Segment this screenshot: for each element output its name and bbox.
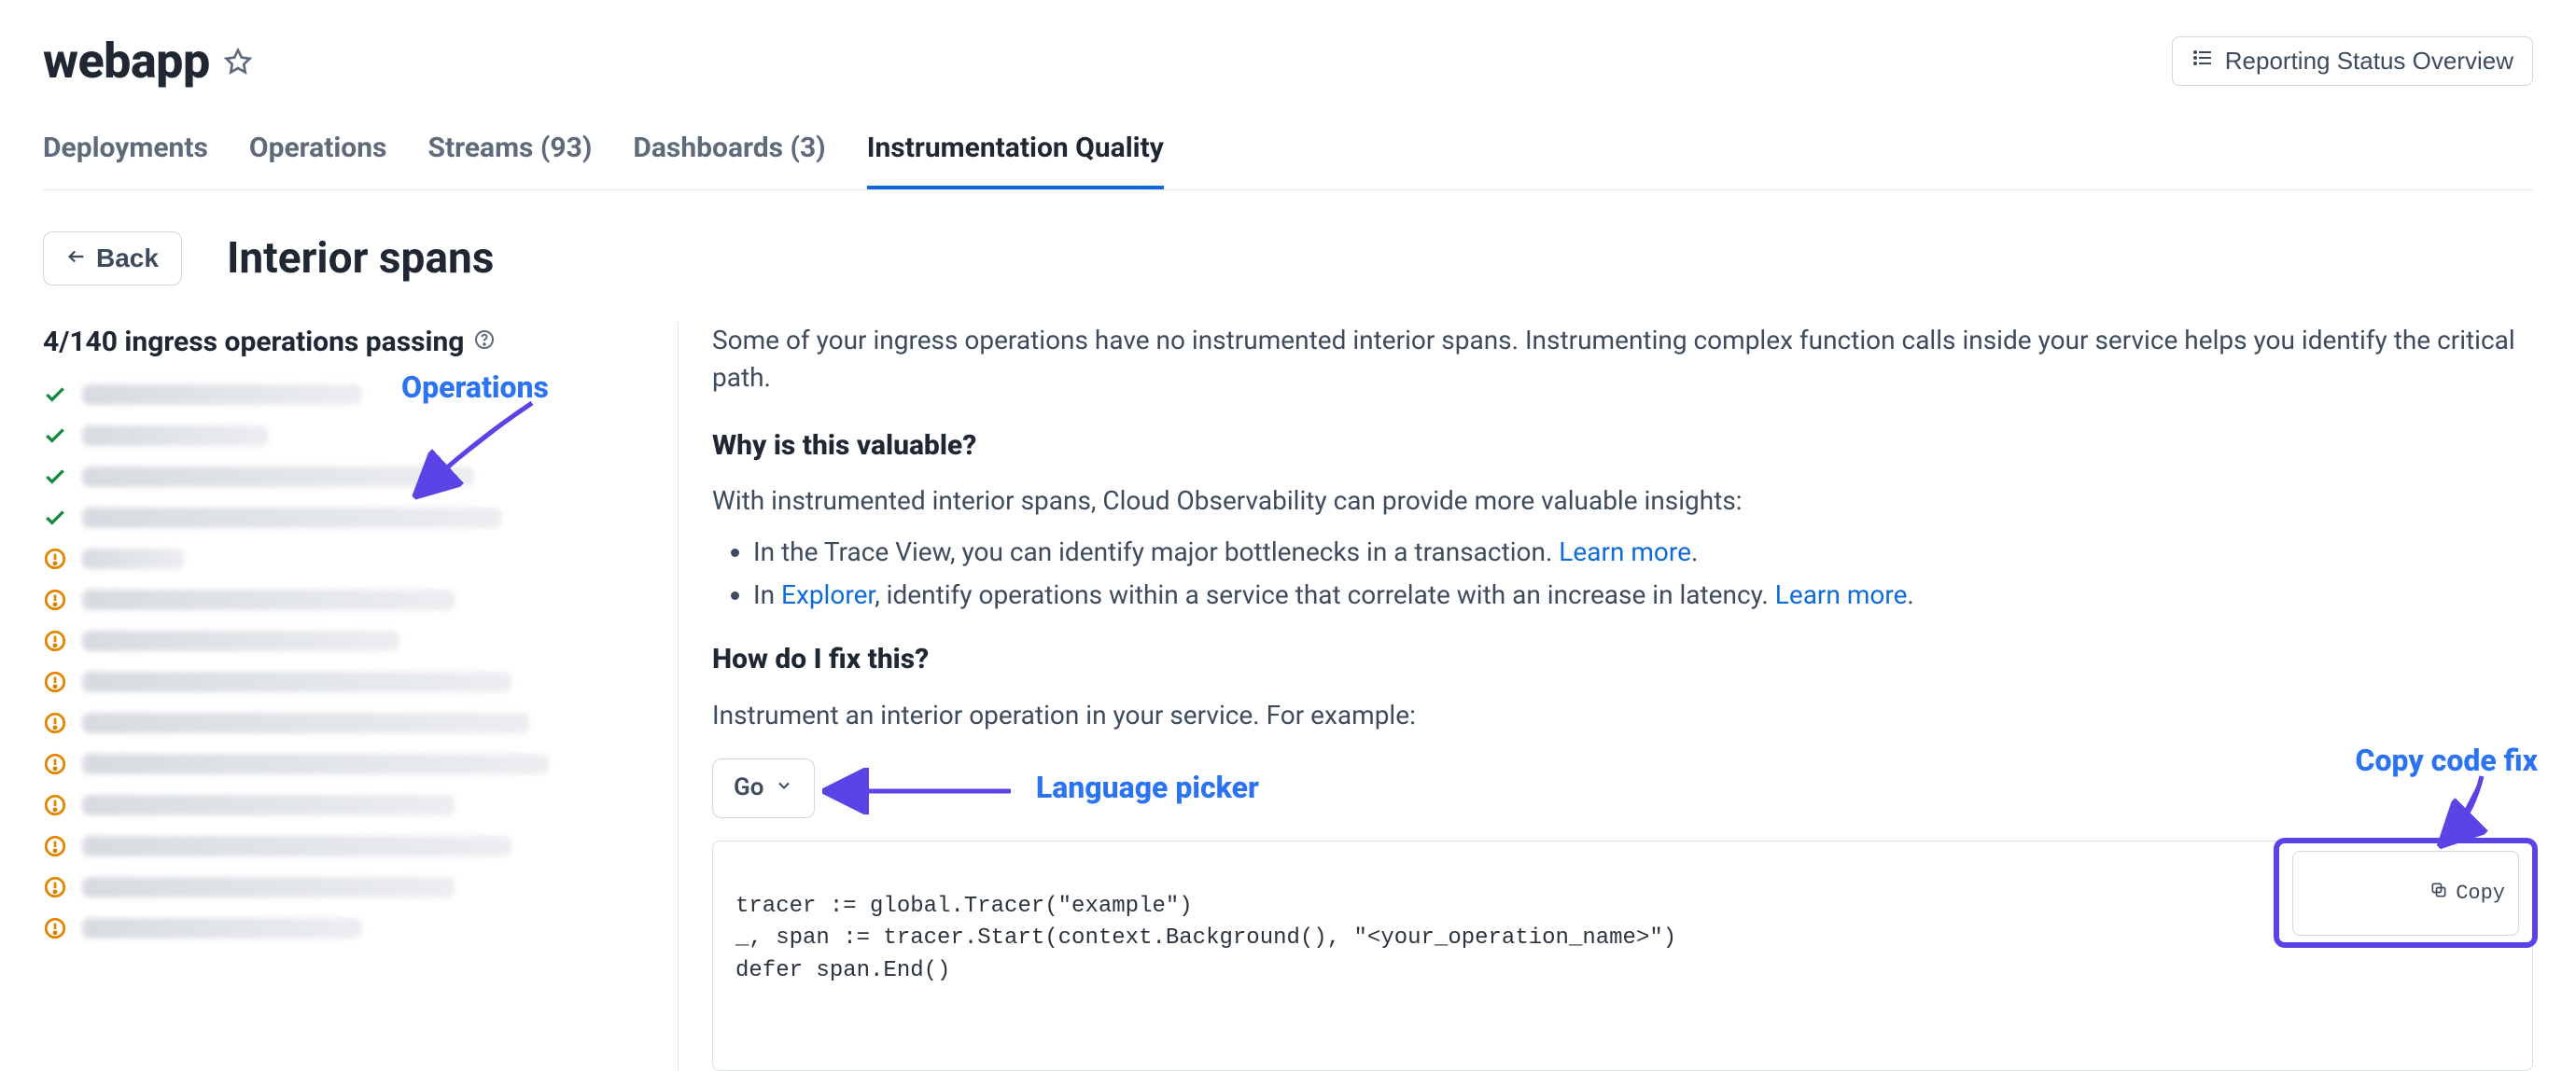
operation-row[interactable] [43,547,651,571]
operation-name-blurred [82,836,511,856]
warning-icon [43,629,67,653]
warning-icon [43,752,67,776]
reporting-status-overview-button[interactable]: Reporting Status Overview [2172,36,2533,86]
back-button[interactable]: Back [43,231,182,285]
warning-icon [43,670,67,694]
operations-list [43,382,651,940]
reporting-status-overview-label: Reporting Status Overview [2225,47,2513,76]
tab-dashboards-3[interactable]: Dashboards (3) [633,128,825,189]
tab-streams-93[interactable]: Streams (93) [427,128,592,189]
fix-lead: Instrument an interior operation in your… [712,697,2533,735]
operation-name-blurred [82,672,511,692]
operation-row[interactable] [43,588,651,612]
star-icon[interactable] [223,47,253,76]
operation-name-blurred [82,713,530,733]
page-title: webapp [43,26,210,96]
chevron-down-icon [775,771,793,806]
intro-paragraph: Some of your ingress operations have no … [712,322,2533,397]
doc-link[interactable]: Learn more [1559,536,1691,567]
operation-name-blurred [82,508,502,528]
operation-name-blurred [82,631,399,651]
arrow-left-icon [66,243,87,273]
operation-name-blurred [82,590,455,610]
tabs: Deployments Operations Streams (93) Dashboa… [43,128,2533,190]
operation-name-blurred [82,549,185,569]
passing-summary-text: 4/140 ingress operations passing [43,322,464,363]
back-label: Back [96,243,159,273]
list-item: In Explorer, identify operations within … [753,577,2533,615]
copy-button[interactable]: Copy [2292,851,2519,936]
operation-row[interactable] [43,875,651,899]
language-picker[interactable]: Go [712,758,815,818]
tab-deployments[interactable]: Deployments [43,128,208,189]
copy-label: Copy [2456,882,2505,905]
operation-row[interactable] [43,465,651,489]
doc-link[interactable]: Learn more [1775,579,1908,610]
warning-icon [43,588,67,612]
check-icon [43,424,67,448]
operation-row[interactable] [43,506,651,530]
operation-name-blurred [82,877,455,897]
language-picker-label: Go [734,771,763,806]
check-icon [43,506,67,530]
operation-name-blurred [82,384,362,405]
operation-name-blurred [82,466,474,487]
section-title: Interior spans [227,228,494,290]
check-icon [43,382,67,407]
code-text: tracer := global.Tracer("example") _, sp… [735,894,1676,984]
operation-name-blurred [82,795,455,815]
copy-icon [2306,857,2448,929]
operation-row[interactable] [43,629,651,653]
warning-icon [43,547,67,571]
code-example: tracer := global.Tracer("example") _, sp… [712,841,2533,1071]
warning-icon [43,793,67,817]
operation-row[interactable] [43,382,651,407]
operation-row[interactable] [43,752,651,776]
valuable-lead: With instrumented interior spans, Cloud … [712,482,2533,521]
operation-row[interactable] [43,670,651,694]
valuable-heading: Why is this valuable? [712,425,2533,466]
warning-icon [43,711,67,735]
operation-row[interactable] [43,834,651,858]
list-icon [2191,47,2214,76]
passing-summary: 4/140 ingress operations passing [43,322,651,363]
check-icon [43,465,67,489]
warning-icon [43,875,67,899]
doc-link[interactable]: Explorer [781,579,875,610]
warning-icon [43,834,67,858]
operation-row[interactable] [43,793,651,817]
operation-row[interactable] [43,424,651,448]
warning-icon [43,916,67,940]
operation-name-blurred [82,754,549,774]
operation-row[interactable] [43,916,651,940]
operation-name-blurred [82,425,269,446]
operation-row[interactable] [43,711,651,735]
operation-name-blurred [82,918,362,939]
valuable-bullets: In the Trace View, you can identify majo… [753,534,2533,615]
tab-instrumentation-quality[interactable]: Instrumentation Quality [867,128,1164,189]
fix-heading: How do I fix this? [712,639,2533,680]
help-icon[interactable] [473,322,496,363]
list-item: In the Trace View, you can identify majo… [753,534,2533,572]
tab-operations[interactable]: Operations [249,128,387,189]
